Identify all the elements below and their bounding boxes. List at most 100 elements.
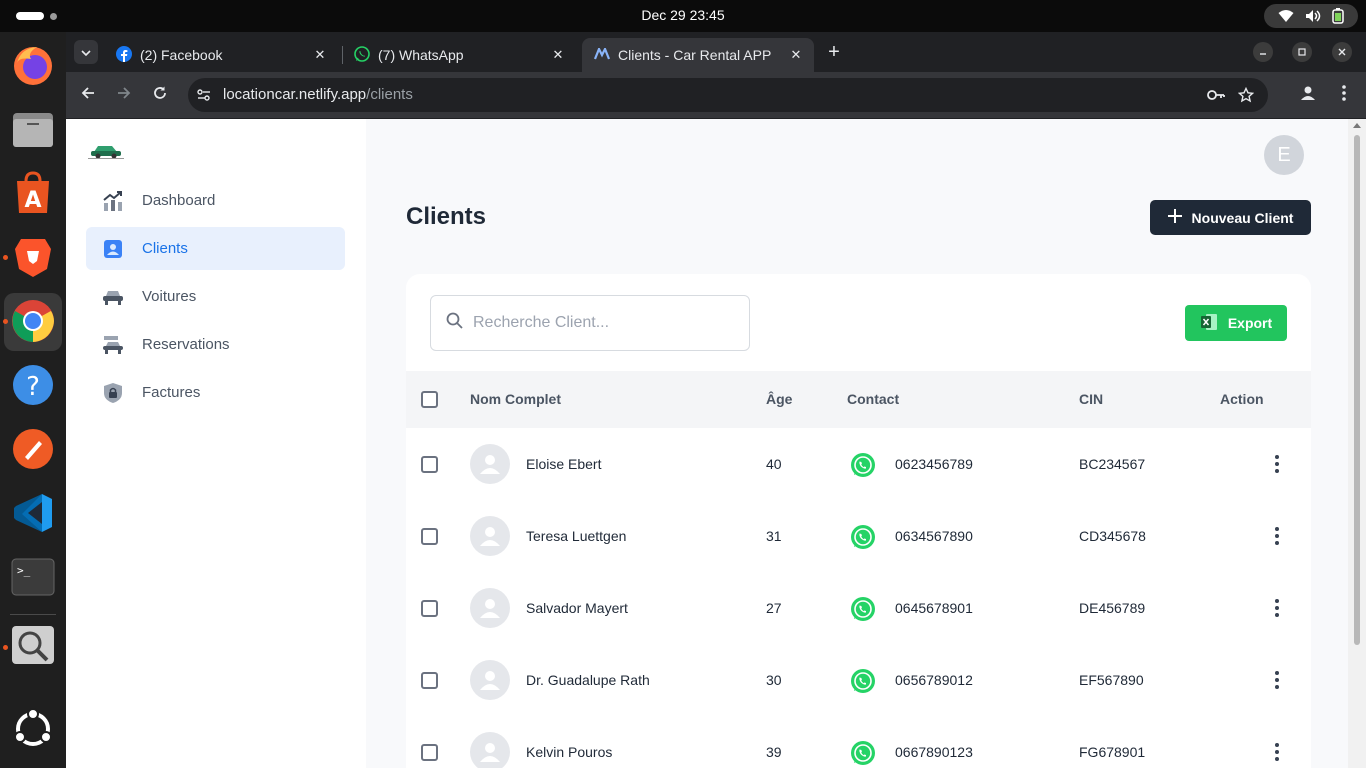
browser-window: (2) Facebook ✕ (7) WhatsApp ✕ Clients - … [66,32,1366,768]
dock-chrome[interactable] [0,292,66,354]
tab-title: (7) WhatsApp [378,47,464,63]
column-header-action: Action [1220,391,1264,407]
row-checkbox[interactable] [421,456,438,473]
user-avatar[interactable]: E [1264,135,1304,175]
chart-trend-icon [102,190,124,212]
system-clock[interactable]: Dec 29 23:45 [0,7,1366,23]
sidebar-item-dashboard[interactable]: Dashboard [86,179,345,222]
whatsapp-icon[interactable] [850,452,876,481]
search-input[interactable] [473,314,733,332]
sidebar-item-voitures[interactable]: Voitures [86,275,345,318]
table-row: Dr. Guadalupe Rath 30 0656789012 EF56789… [406,644,1311,716]
search-box[interactable] [430,295,750,351]
maximize-button[interactable] [1292,42,1312,62]
shield-lock-icon [102,382,124,404]
dock-app-center[interactable]: A [0,164,66,226]
row-checkbox[interactable] [421,600,438,617]
sidebar-item-label: Clients [142,240,188,257]
column-header-cin[interactable]: CIN [1079,391,1103,407]
row-checkbox[interactable] [421,744,438,761]
client-phone[interactable]: 0634567890 [895,528,973,544]
column-header-name[interactable]: Nom Complet [470,391,561,407]
chevron-down-icon [81,43,91,61]
whatsapp-icon[interactable] [850,740,876,768]
client-cin: DE456789 [1079,600,1146,616]
image-viewer-icon [11,625,55,670]
minimize-button[interactable] [1253,42,1273,62]
bookmark-star-icon[interactable] [1237,86,1255,108]
close-icon[interactable]: ✕ [550,47,566,63]
client-phone[interactable]: 0645678901 [895,600,973,616]
row-actions-kebab-icon[interactable] [1274,527,1280,545]
sidebar-item-label: Reservations [142,336,230,353]
forward-button[interactable] [112,83,136,107]
close-icon[interactable]: ✕ [788,47,804,63]
sidebar-item-clients[interactable]: Clients [86,227,345,270]
dock-help[interactable]: ? [0,356,66,418]
browser-toolbar: locationcar.netlify.app/clients [66,72,1366,118]
export-label: Export [1227,315,1273,331]
row-actions-kebab-icon[interactable] [1274,599,1280,617]
password-key-icon[interactable] [1206,87,1226,108]
client-phone[interactable]: 0667890123 [895,744,973,760]
whatsapp-icon[interactable] [850,596,876,625]
row-checkbox[interactable] [421,672,438,689]
dock-files[interactable] [0,100,66,162]
close-icon[interactable]: ✕ [312,47,328,63]
back-button[interactable] [76,83,100,107]
client-phone[interactable]: 0656789012 [895,672,973,688]
whatsapp-icon[interactable] [850,524,876,553]
tab-search-button[interactable] [74,40,98,64]
address-bar[interactable]: locationcar.netlify.app/clients [188,78,1268,112]
new-client-button[interactable]: Nouveau Client [1150,200,1311,235]
sidebar-item-label: Dashboard [142,192,216,209]
system-tray[interactable] [1264,4,1358,28]
site-settings-icon[interactable] [196,87,212,108]
close-window-button[interactable] [1332,42,1352,62]
dock-terminal[interactable]: >_ [0,548,66,610]
export-button[interactable]: Export [1185,305,1287,341]
select-all-checkbox[interactable] [421,391,438,408]
dock-show-apps[interactable] [0,700,66,762]
sidebar-item-reservations[interactable]: Reservations [86,323,345,366]
new-tab-button[interactable]: + [822,40,846,64]
scroll-up-arrow-icon[interactable] [1353,123,1361,128]
reload-button[interactable] [148,83,172,107]
row-checkbox[interactable] [421,528,438,545]
app-logo[interactable] [88,143,124,164]
tab-title: (2) Facebook [140,47,223,63]
car-reservation-icon [102,334,124,356]
row-actions-kebab-icon[interactable] [1274,743,1280,761]
kebab-menu-icon [1342,84,1346,106]
tab-title: Clients - Car Rental APP [618,47,772,63]
scrollbar-thumb[interactable] [1354,135,1360,645]
row-actions-kebab-icon[interactable] [1274,671,1280,689]
table-row: Eloise Ebert 40 0623456789 BC234567 [406,428,1311,500]
app-center-icon: A [13,170,53,220]
tab-whatsapp[interactable]: (7) WhatsApp ✕ [342,38,576,72]
tab-facebook[interactable]: (2) Facebook ✕ [104,38,338,72]
plus-icon [1167,209,1182,226]
column-header-age[interactable]: Âge [766,391,792,407]
main-content: E Clients Nouveau Client Export Nom Comp… [366,119,1348,768]
dock-brave[interactable] [0,228,66,290]
dock-vscode[interactable] [0,484,66,546]
client-cin: FG678901 [1079,744,1146,760]
dock-postman[interactable] [0,420,66,482]
sidebar-item-factures[interactable]: Factures [86,371,345,414]
sidebar: Dashboard Clients Voitures Reservations [66,119,366,768]
client-phone[interactable]: 0623456789 [895,456,973,472]
whatsapp-icon[interactable] [850,668,876,697]
ubuntu-show-apps-icon [11,707,55,756]
table-row: Teresa Luettgen 31 0634567890 CD345678 [406,500,1311,572]
page-scrollbar[interactable] [1348,119,1366,768]
dock-firefox[interactable] [0,36,66,98]
row-actions-kebab-icon[interactable] [1274,455,1280,473]
running-indicator [3,255,8,260]
tab-clients-car-rental[interactable]: Clients - Car Rental APP ✕ [582,38,814,72]
profile-button[interactable] [1296,83,1320,107]
dock-image-viewer[interactable] [0,616,66,678]
sidebar-item-label: Voitures [142,288,197,305]
menu-button[interactable] [1332,83,1356,107]
column-header-contact[interactable]: Contact [847,391,899,407]
